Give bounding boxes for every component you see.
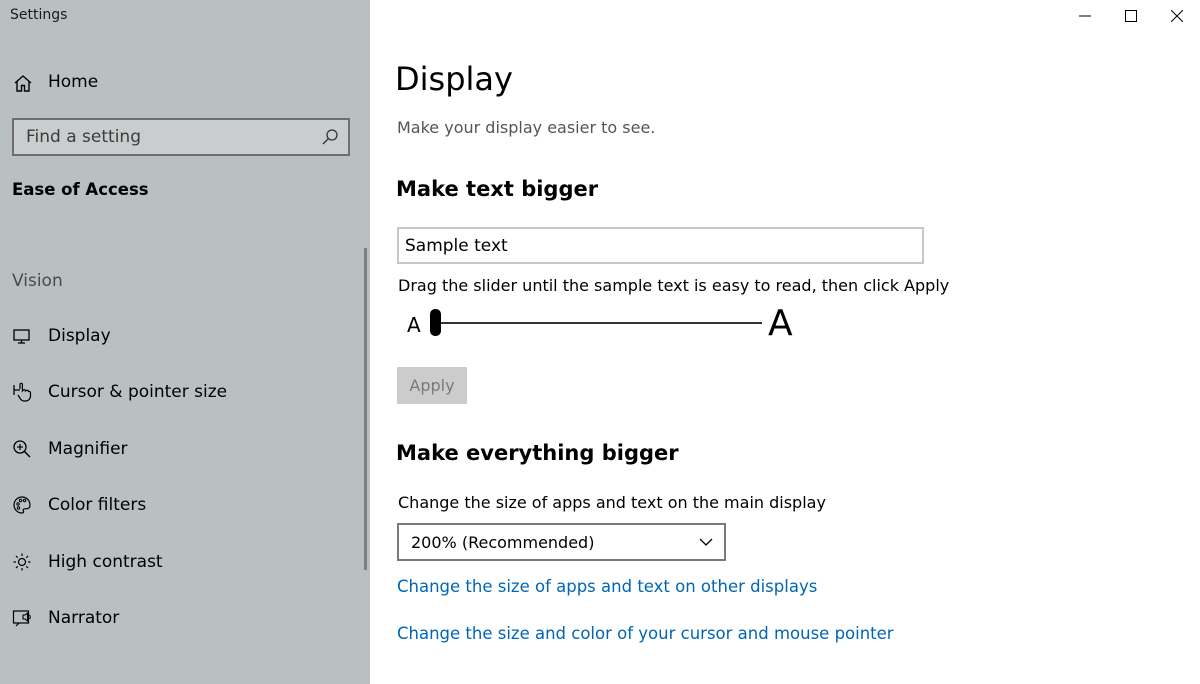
- sidebar-scrollbar[interactable]: [364, 248, 367, 570]
- sidebar-item-home[interactable]: Home: [0, 62, 370, 102]
- search-input[interactable]: [14, 120, 320, 154]
- sun-icon: [13, 553, 31, 571]
- category-heading: Ease of Access: [12, 180, 149, 199]
- pointer-icon: [13, 382, 32, 402]
- sidebar: Settings Home Ease of Access Vision Disp…: [0, 0, 370, 684]
- slider-instruction: Drag the slider until the sample text is…: [398, 276, 950, 295]
- chevron-down-icon: [699, 538, 713, 546]
- settings-window: Settings Home Ease of Access Vision Disp…: [0, 0, 1200, 684]
- magnifier-icon: [13, 440, 31, 458]
- sample-text-preview: Sample text: [397, 227, 924, 264]
- other-displays-link[interactable]: Change the size of apps and text on othe…: [397, 577, 817, 596]
- cursor-pointer-link[interactable]: Change the size and color of your cursor…: [397, 624, 894, 643]
- slider-min-label: A: [407, 313, 421, 337]
- search-box[interactable]: [12, 118, 350, 156]
- sidebar-item-narrator[interactable]: Narrator: [0, 596, 362, 640]
- sidebar-item-magnifier[interactable]: Magnifier: [0, 427, 362, 471]
- section-label-vision: Vision: [12, 271, 63, 291]
- app-title: Settings: [10, 7, 68, 23]
- slider-track-line: [432, 322, 762, 324]
- slider-thumb[interactable]: [430, 309, 441, 336]
- sidebar-item-high-contrast[interactable]: High contrast: [0, 540, 362, 584]
- section-heading-text-bigger: Make text bigger: [396, 177, 599, 201]
- text-size-slider[interactable]: [430, 309, 762, 336]
- home-icon: [14, 75, 32, 92]
- page-subtitle: Make your display easier to see.: [397, 118, 656, 137]
- monitor-icon: [13, 329, 30, 344]
- scale-dropdown-value: 200% (Recommended): [411, 532, 595, 552]
- palette-icon: [13, 496, 31, 514]
- sidebar-item-label: High contrast: [48, 552, 163, 572]
- sidebar-item-label: Cursor & pointer size: [48, 382, 228, 402]
- narrator-icon: [12, 610, 31, 627]
- section-heading-everything-bigger: Make everything bigger: [396, 441, 679, 465]
- apply-button[interactable]: Apply: [397, 367, 467, 404]
- scale-dropdown[interactable]: 200% (Recommended): [397, 523, 726, 561]
- sidebar-item-label: Color filters: [48, 495, 147, 515]
- page-title: Display: [395, 60, 513, 98]
- sidebar-item-label: Narrator: [48, 608, 120, 628]
- search-icon[interactable]: [320, 127, 340, 147]
- sidebar-item-label: Display: [48, 326, 111, 346]
- sidebar-item-label: Home: [48, 72, 99, 92]
- main-content: Display Make your display easier to see.…: [370, 0, 1200, 684]
- sidebar-item-color-filters[interactable]: Color filters: [0, 483, 362, 527]
- scale-field-label: Change the size of apps and text on the …: [398, 493, 826, 512]
- sidebar-item-display[interactable]: Display: [0, 314, 362, 358]
- slider-max-label: A: [768, 303, 793, 344]
- sidebar-item-cursor-pointer-size[interactable]: Cursor & pointer size: [0, 370, 362, 414]
- sidebar-item-label: Magnifier: [48, 439, 128, 459]
